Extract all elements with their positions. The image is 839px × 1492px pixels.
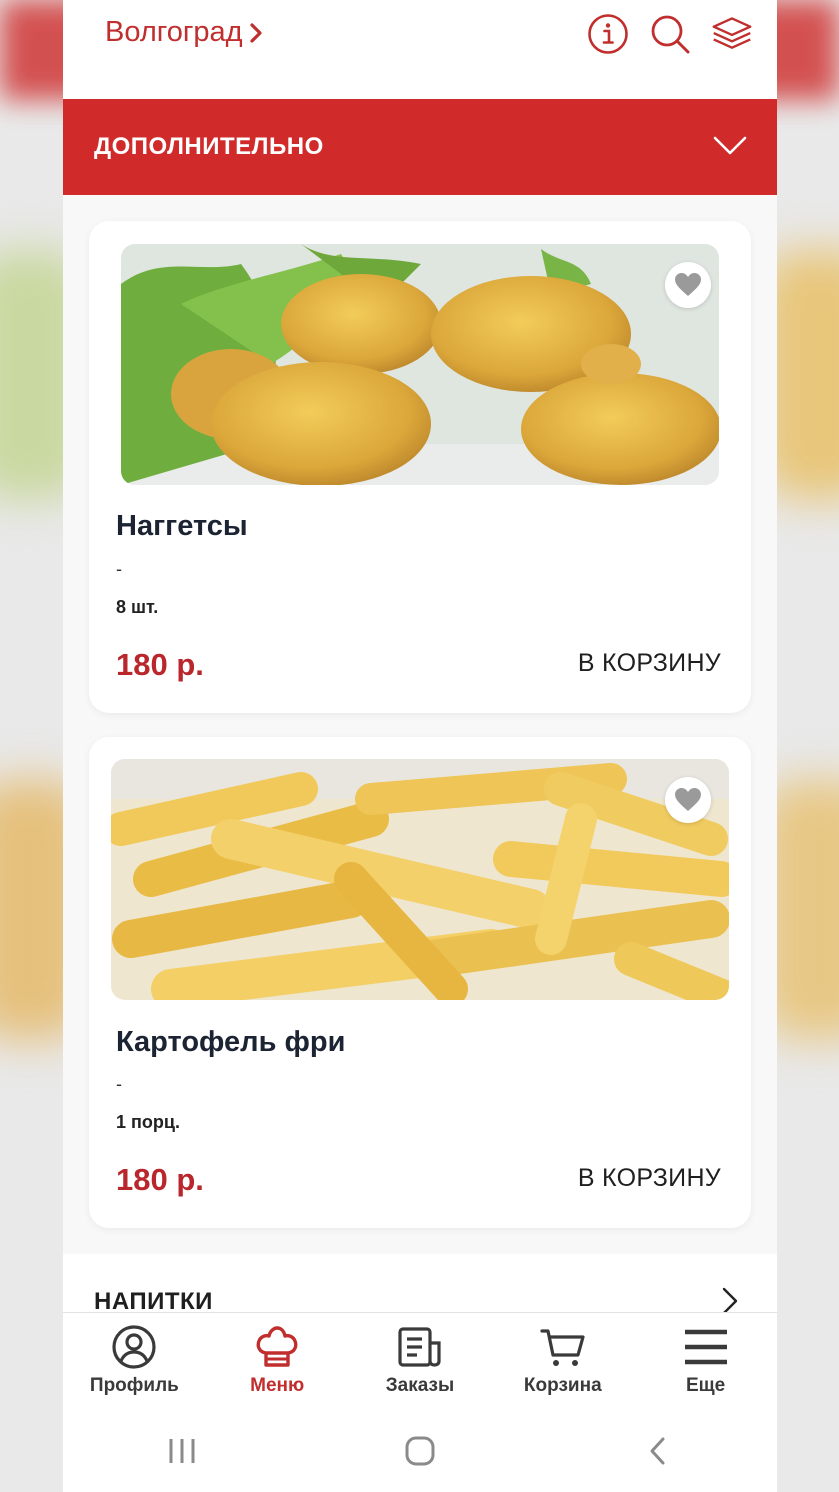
city-selector[interactable]: Волгоград: [105, 16, 263, 49]
cart-icon: [539, 1323, 587, 1371]
tab-label: Еще: [685, 1375, 726, 1396]
recent-apps-button[interactable]: [152, 1429, 212, 1473]
product-name: Наггетсы: [116, 510, 248, 542]
layers-button[interactable]: [711, 12, 753, 56]
product-price: 180 р.: [116, 1162, 204, 1197]
tab-more[interactable]: Еще: [634, 1313, 777, 1409]
heart-icon: [675, 273, 701, 296]
top-actions: [587, 12, 753, 56]
user-circle-icon: [110, 1323, 158, 1371]
add-to-cart-button[interactable]: В КОРЗИНУ: [578, 1164, 721, 1193]
chevron-down-icon: [713, 136, 747, 155]
tab-menu[interactable]: Меню: [206, 1313, 349, 1409]
bottom-tab-bar: Профиль Меню Заказы Корзина Еще: [63, 1312, 777, 1409]
tab-label: Профиль: [89, 1375, 179, 1396]
product-price: 180 р.: [116, 647, 204, 682]
info-button[interactable]: [587, 12, 629, 56]
tab-profile[interactable]: Профиль: [63, 1313, 206, 1409]
favorite-button[interactable]: [665, 262, 711, 308]
menu-lines-icon: [682, 1323, 730, 1371]
product-portion: 1 порц.: [116, 1112, 180, 1132]
home-icon: [405, 1436, 435, 1465]
heart-icon: [675, 788, 701, 811]
back-button[interactable]: [628, 1429, 688, 1473]
add-to-cart-button[interactable]: В КОРЗИНУ: [578, 649, 721, 678]
info-icon: [588, 14, 628, 54]
product-card[interactable]: Наггетсы - 8 шт. 180 р. В КОРЗИНУ: [89, 221, 751, 713]
chevron-right-icon: [249, 22, 262, 43]
category-header-expanded[interactable]: ДОПОЛНИТЕЛЬНО: [63, 99, 777, 195]
tab-label: Заказы: [385, 1375, 455, 1396]
fries-photo: [111, 759, 729, 1000]
home-button[interactable]: [390, 1429, 450, 1473]
product-description: -: [116, 1074, 122, 1094]
nuggets-photo: [121, 244, 719, 485]
tab-label: Корзина: [523, 1375, 602, 1396]
product-card[interactable]: Картофель фри - 1 порц. 180 р. В КОРЗИНУ: [89, 737, 751, 1228]
top-bar: Волгоград: [63, 0, 777, 99]
back-icon: [650, 1437, 665, 1464]
search-icon: [651, 15, 690, 54]
product-name: Картофель фри: [116, 1026, 346, 1058]
search-button[interactable]: [649, 12, 691, 56]
layers-icon: [712, 17, 752, 49]
receipt-icon: [396, 1323, 444, 1371]
tab-label: Меню: [250, 1375, 305, 1396]
tab-cart[interactable]: Корзина: [491, 1313, 634, 1409]
product-image-nuggets[interactable]: [121, 244, 719, 485]
city-name: Волгоград: [105, 16, 243, 48]
app-screen: Волгоград ДОПОЛНИТЕЛЬНО Наггетсы - 8 шт.…: [63, 0, 777, 1492]
favorite-button[interactable]: [665, 777, 711, 823]
chef-hat-icon: [253, 1323, 301, 1371]
product-description: -: [116, 559, 122, 579]
recent-apps-icon: [169, 1438, 195, 1463]
product-image-fries[interactable]: [111, 759, 729, 1000]
product-portion: 8 шт.: [116, 597, 159, 617]
tab-orders[interactable]: Заказы: [349, 1313, 492, 1409]
category-title: ДОПОЛНИТЕЛЬНО: [94, 133, 324, 160]
system-navigation-bar: [63, 1409, 777, 1492]
